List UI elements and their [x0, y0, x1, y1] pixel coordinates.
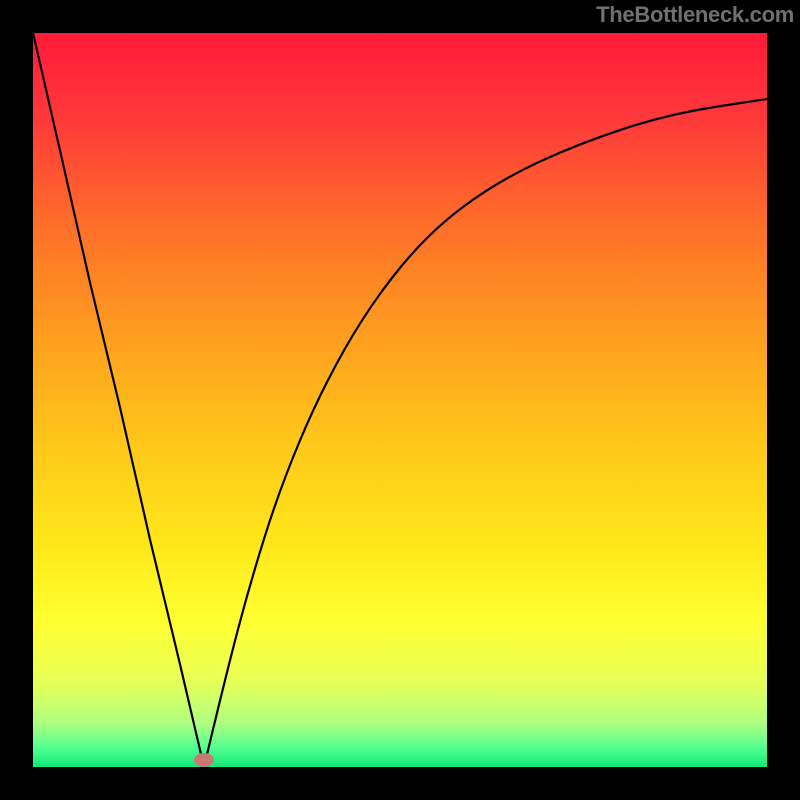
watermark-label: TheBottleneck.com	[596, 2, 794, 28]
chart-svg	[0, 0, 800, 800]
bottleneck-chart: TheBottleneck.com	[0, 0, 800, 800]
optimum-marker	[194, 753, 214, 767]
plot-area	[33, 33, 767, 767]
